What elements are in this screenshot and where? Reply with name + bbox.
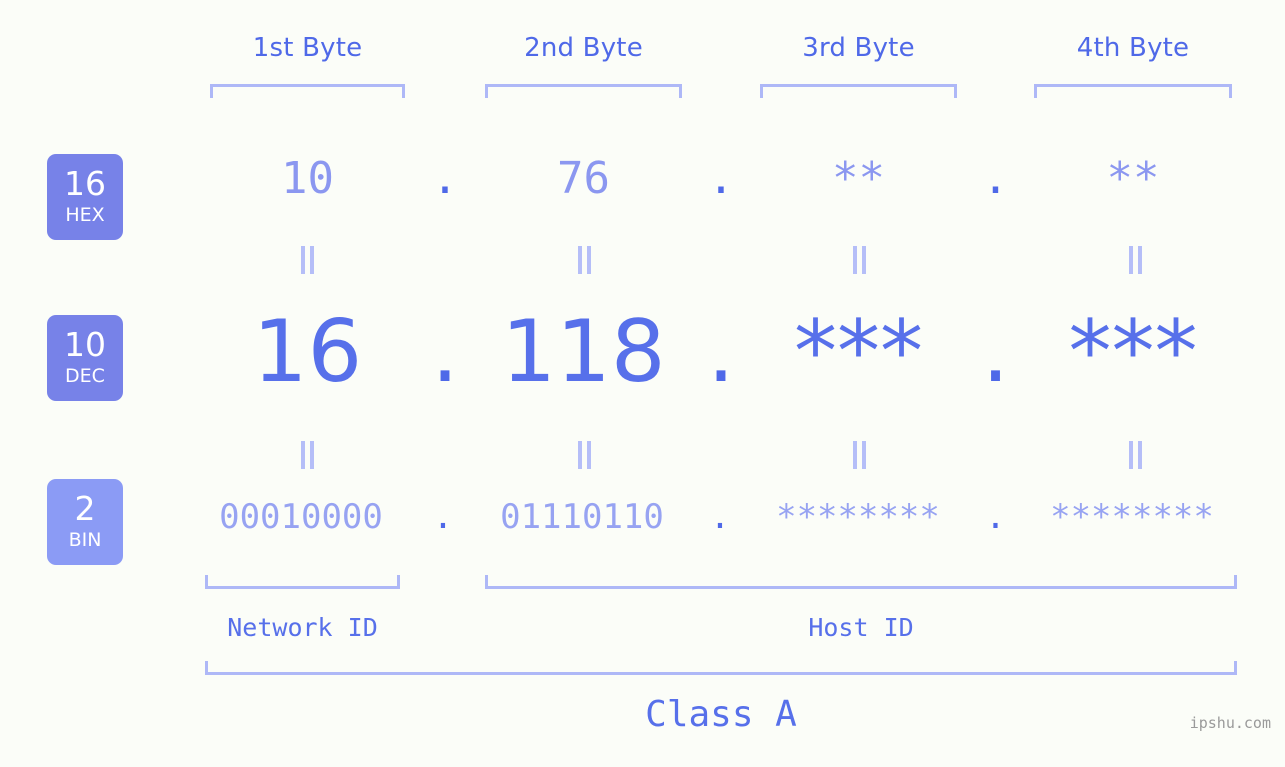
- hex-byte-2-value: 76: [557, 153, 610, 204]
- site-watermark: ipshu.com: [1189, 714, 1271, 732]
- bin-separator-3: .: [985, 497, 1006, 537]
- network-id-label: Network ID: [227, 613, 378, 642]
- hex-byte-4-value: **: [1106, 153, 1160, 204]
- dec-byte-4-value: ***: [1068, 302, 1198, 402]
- bin-byte-4-value: ********: [1050, 497, 1214, 537]
- base-badge-bin-number: 2: [74, 489, 96, 529]
- byte-bracket-2: [485, 84, 682, 98]
- ip-address-breakdown-diagram: 1st Byte 2nd Byte 3rd Byte 4th Byte 16 H…: [0, 0, 1285, 767]
- dec-byte-2-value: 118: [501, 302, 666, 402]
- byte-bracket-3: [760, 84, 957, 98]
- byte-header-1: 1st Byte: [252, 33, 363, 63]
- base-badge-bin: 2 BIN: [47, 479, 123, 565]
- equality-marker-hex-dec-4: [1124, 246, 1146, 274]
- base-badge-hex-number: 16: [64, 164, 106, 204]
- bin-separator-2: .: [709, 497, 731, 537]
- equality-marker-dec-bin-2: [573, 441, 595, 469]
- equality-marker-dec-bin-1: [296, 441, 318, 469]
- hex-separator-3: .: [982, 153, 1009, 204]
- hex-separator-2: .: [707, 153, 735, 204]
- class-bracket: [205, 661, 1237, 675]
- dec-separator-2: .: [707, 302, 735, 402]
- base-badge-dec-name: DEC: [65, 364, 105, 387]
- hex-byte-3-value: **: [832, 153, 885, 204]
- bin-byte-2-value: 01110110: [500, 497, 664, 537]
- byte-header-3: 3rd Byte: [802, 33, 915, 63]
- equality-marker-hex-dec-2: [573, 246, 595, 274]
- equality-marker-hex-dec-3: [848, 246, 870, 274]
- equality-marker-dec-bin-3: [848, 441, 870, 469]
- byte-header-2: 2nd Byte: [524, 33, 643, 63]
- base-badge-hex-name: HEX: [65, 203, 105, 226]
- bin-byte-3-value: ********: [776, 497, 940, 537]
- byte-bracket-4: [1034, 84, 1232, 98]
- host-id-bracket: [485, 575, 1237, 589]
- bin-separator-1: .: [432, 497, 454, 537]
- hex-separator-1: .: [431, 153, 459, 204]
- dec-byte-3-value: ***: [794, 302, 923, 402]
- equality-marker-hex-dec-1: [296, 246, 318, 274]
- base-badge-hex: 16 HEX: [47, 154, 123, 240]
- equality-marker-dec-bin-4: [1124, 441, 1146, 469]
- dec-separator-1: .: [431, 302, 459, 402]
- dec-separator-3: .: [981, 302, 1010, 402]
- byte-header-4: 4th Byte: [1076, 33, 1190, 63]
- hex-byte-1-value: 10: [281, 153, 334, 204]
- host-id-label: Host ID: [808, 613, 914, 642]
- byte-bracket-1: [210, 84, 405, 98]
- class-label: Class A: [645, 694, 797, 735]
- bin-byte-1-value: 00010000: [219, 497, 383, 537]
- base-badge-bin-name: BIN: [68, 528, 102, 551]
- base-badge-dec: 10 DEC: [47, 315, 123, 401]
- dec-byte-1-value: 16: [252, 302, 363, 402]
- base-badge-dec-number: 10: [64, 325, 106, 365]
- network-id-bracket: [205, 575, 400, 589]
